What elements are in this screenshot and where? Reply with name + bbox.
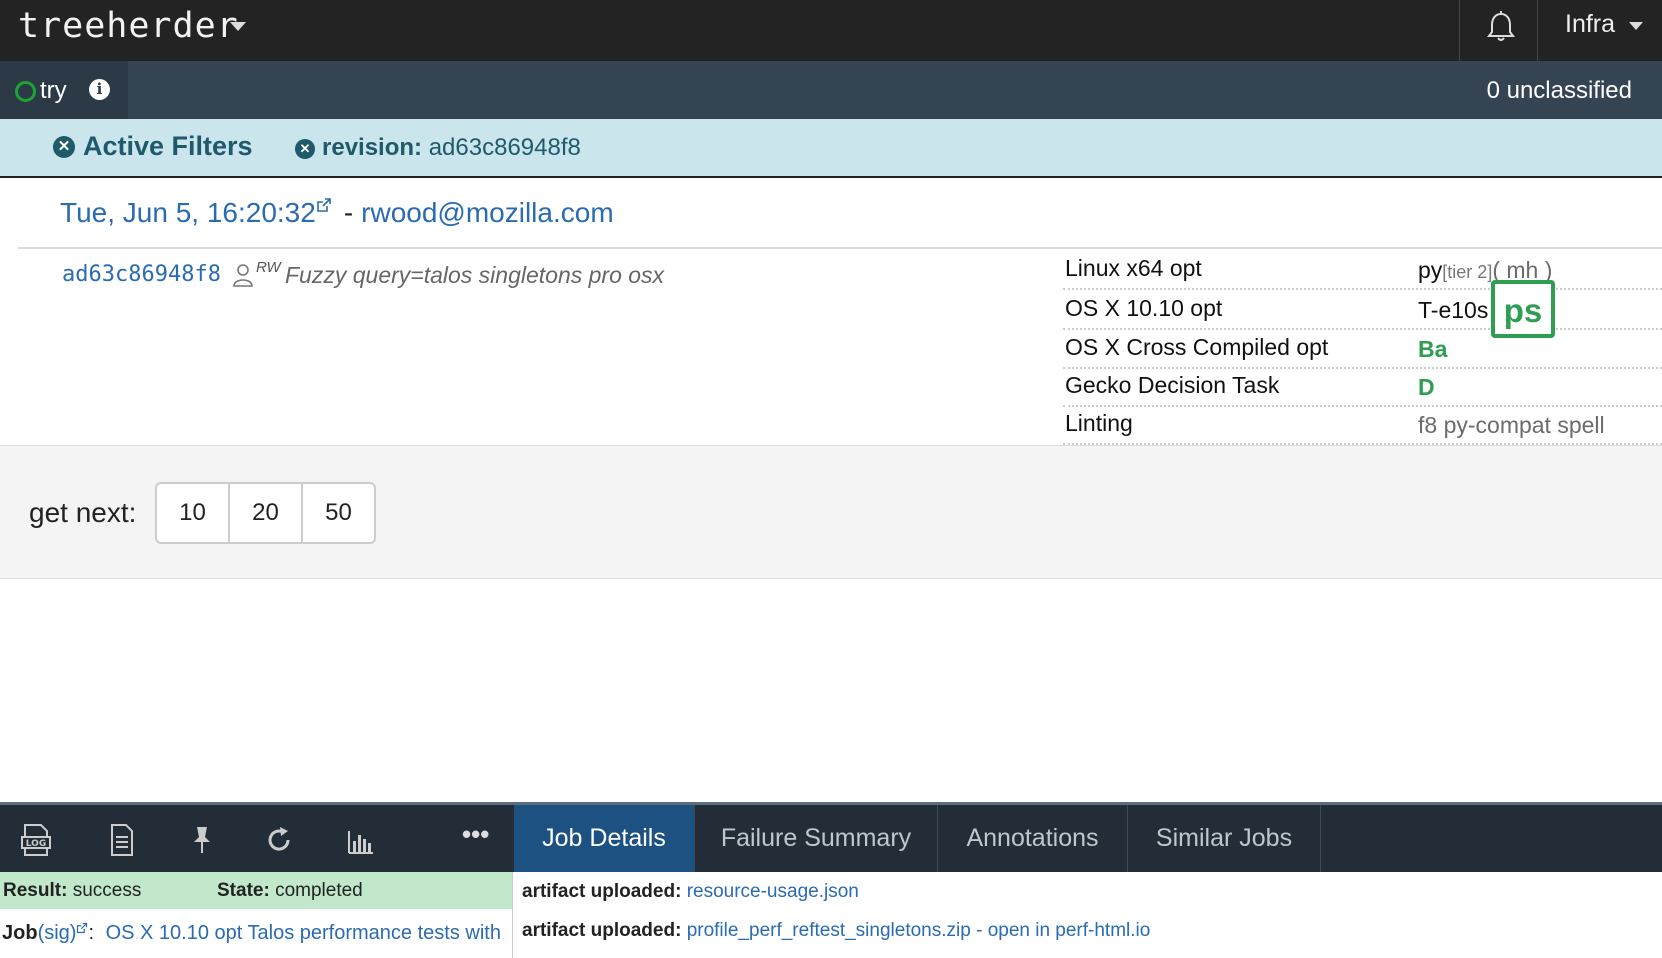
bar-chart-icon[interactable] <box>345 823 377 857</box>
info-icon[interactable]: i <box>89 79 110 100</box>
result-label: Result: <box>3 880 68 901</box>
clear-filters-icon[interactable]: ✕ <box>53 136 75 158</box>
retrigger-icon[interactable] <box>263 823 295 857</box>
user-menu-caret-icon[interactable] <box>1629 22 1643 30</box>
push-date-link[interactable]: Tue, Jun 5, 16:20:32 <box>60 197 316 228</box>
state-label: State: <box>217 880 270 901</box>
job-name-row: Job(sig): OS X 10.10 opt Talos performan… <box>2 922 501 945</box>
job-button[interactable]: D <box>1418 374 1435 400</box>
get-next-50-button[interactable]: 50 <box>303 484 374 542</box>
selected-job-button[interactable]: ps <box>1491 280 1555 338</box>
platform-row: Linting f8 py-compat spell <box>1063 405 1662 445</box>
log-icon[interactable]: LOG <box>20 823 52 857</box>
push-separator: - <box>343 197 354 228</box>
unclassified-count[interactable]: 0 unclassified <box>1487 77 1632 105</box>
revision-filter: revision: ad63c86948f8 <box>322 134 581 162</box>
tab-failure-summary[interactable]: Failure Summary <box>695 805 938 872</box>
job-colon: : <box>88 922 100 944</box>
svg-text:LOG: LOG <box>26 839 46 849</box>
perf-html-link[interactable]: open in perf-html.io <box>988 920 1151 941</box>
artifact-label: artifact uploaded: <box>522 920 682 941</box>
get-next-bar: get next: 10 20 50 <box>0 446 1662 579</box>
platform-row: Gecko Decision Task D <box>1063 367 1662 407</box>
get-next-10-button[interactable]: 10 <box>157 484 230 542</box>
top-navbar: treeherder Infra <box>0 0 1662 61</box>
job-group[interactable]: f8 py-compat spell <box>1418 412 1605 438</box>
job-name-link[interactable]: OS X 10.10 opt Talos performance tests w… <box>106 922 501 944</box>
job-status-row: Result: success State: completed <box>0 872 512 909</box>
pin-icon[interactable] <box>186 823 218 857</box>
document-icon[interactable] <box>106 823 138 857</box>
repo-name[interactable]: try <box>40 77 67 105</box>
platform-jobs: f8 py-compat spell <box>1418 412 1605 439</box>
job-summary-panel: Result: success State: completed Job(sig… <box>0 872 513 958</box>
platform-name: OS X Cross Compiled opt <box>1065 334 1329 360</box>
tab-job-details[interactable]: Job Details <box>514 805 695 872</box>
tab-annotations[interactable]: Annotations <box>938 805 1128 872</box>
revision-filter-key: revision: <box>322 134 423 161</box>
external-link-icon[interactable] <box>76 922 88 934</box>
artifact-link[interactable]: profile_perf_reftest_singletons.zip <box>687 920 971 941</box>
platform-jobs: T-e10s <box>1418 297 1488 324</box>
artifact-label: artifact uploaded: <box>522 881 682 902</box>
platform-jobs: D <box>1418 374 1435 401</box>
repo-bar: try i 0 unclassified <box>0 61 1662 119</box>
job-result: Result: success <box>3 880 141 902</box>
commit-message: Fuzzy query=talos singletons pro osx <box>285 262 665 288</box>
bell-icon[interactable] <box>1486 10 1516 44</box>
tier-label: [tier 2] <box>1442 262 1493 282</box>
push-author-link[interactable]: rwood@mozilla.com <box>361 197 614 228</box>
job-details-panel: artifact uploaded: resource-usage.json a… <box>514 872 1662 958</box>
platform-name: Gecko Decision Task <box>1065 372 1280 398</box>
get-next-20-button[interactable]: 20 <box>230 484 303 542</box>
job-label: Job <box>2 922 38 944</box>
revision-link[interactable]: ad63c86948f8 <box>62 262 221 287</box>
repo-status-circle-icon <box>15 81 36 102</box>
reviewer-badge: RW <box>256 259 281 276</box>
job-button[interactable]: py <box>1418 257 1442 283</box>
platform-name: OS X 10.10 opt <box>1065 295 1223 321</box>
nav-divider <box>1537 0 1538 61</box>
state-value: completed <box>275 880 363 901</box>
artifact-row: artifact uploaded: profile_perf_reftest_… <box>522 920 1150 942</box>
repo-selector[interactable]: try i <box>0 61 128 119</box>
platform-row: Linux x64 opt py[tier 2]( mh ) <box>1063 250 1662 290</box>
artifact-link[interactable]: resource-usage.json <box>687 881 859 902</box>
push-header: Tue, Jun 5, 16:20:32- rwood@mozilla.com <box>60 197 614 229</box>
remove-revision-filter-icon[interactable]: ✕ <box>295 139 315 159</box>
active-filters-label[interactable]: Active Filters <box>83 131 253 162</box>
platform-jobs: Ba <box>1418 336 1447 363</box>
result-value: success <box>72 880 142 901</box>
treeherder-logo[interactable]: treeherder <box>18 6 239 46</box>
platform-row: OS X 10.10 opt T-e10s <box>1063 290 1662 330</box>
details-panel-navbar: LOG ••• Job Details Failure Summary Anno… <box>0 805 1662 872</box>
artifact-separator: - <box>970 920 988 941</box>
nav-divider <box>1459 0 1460 61</box>
artifact-row: artifact uploaded: resource-usage.json <box>522 881 859 903</box>
tab-similar-jobs[interactable]: Similar Jobs <box>1128 805 1321 872</box>
job-state: State: completed <box>217 880 363 902</box>
user-menu[interactable]: Infra <box>1565 10 1615 39</box>
push-divider <box>18 247 1662 249</box>
person-icon <box>233 264 253 287</box>
logo-menu-caret-icon[interactable] <box>230 22 246 31</box>
more-actions-icon[interactable]: ••• <box>462 819 489 850</box>
external-link-icon[interactable] <box>316 197 332 213</box>
platform-name: Linting <box>1065 410 1133 436</box>
job-group[interactable]: T-e10s <box>1418 297 1488 323</box>
job-signature-link[interactable]: (sig) <box>38 922 77 944</box>
get-next-label: get next: <box>29 497 137 528</box>
get-next-button-group: 10 20 50 <box>155 482 376 544</box>
active-filters-bar: ✕ Active Filters ✕ revision: ad63c86948f… <box>0 119 1662 178</box>
platform-row: OS X Cross Compiled opt Ba <box>1063 329 1662 369</box>
revision-filter-value: ad63c86948f8 <box>428 134 581 161</box>
platform-name: Linux x64 opt <box>1065 255 1202 281</box>
job-button[interactable]: Ba <box>1418 336 1447 362</box>
